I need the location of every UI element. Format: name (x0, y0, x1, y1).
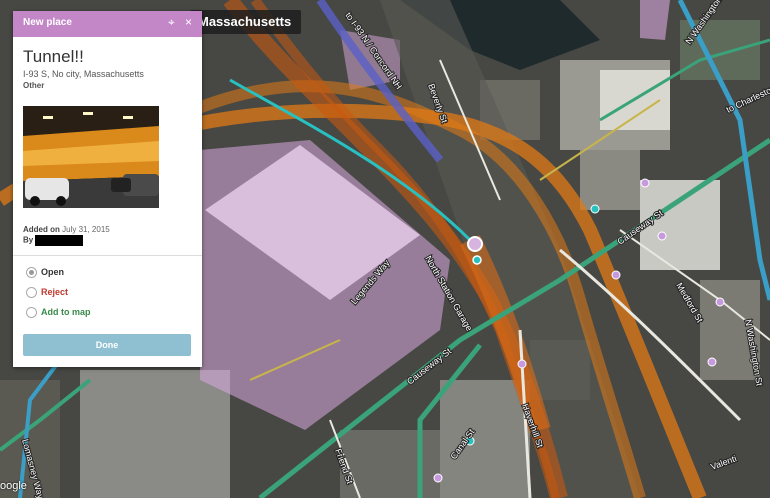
place-marker (640, 178, 650, 188)
place-address: I-93 S, No city, Massachusetts (23, 69, 144, 79)
panel-header: New place ⌖ × (13, 11, 202, 37)
panel-title: New place (23, 17, 72, 28)
added-label: Added on (23, 225, 60, 234)
selected-place-marker (467, 236, 483, 252)
place-photo[interactable] (23, 106, 159, 208)
place-marker (657, 231, 667, 241)
crosshair-icon[interactable]: ⌖ (168, 15, 175, 30)
place-marker (611, 270, 621, 280)
option-add-label: Add to map (41, 307, 91, 317)
by-label: By (23, 235, 34, 245)
place-marker (433, 473, 443, 483)
close-icon[interactable]: × (185, 15, 192, 29)
option-reject[interactable]: Reject (26, 287, 69, 299)
added-date: July 31, 2015 (62, 225, 110, 234)
place-marker (472, 255, 482, 265)
added-by: By (23, 235, 84, 246)
place-name: Tunnel!! (23, 47, 84, 66)
google-logo: oogle (0, 480, 27, 492)
done-button[interactable]: Done (23, 334, 191, 356)
redacted-username (35, 235, 84, 246)
panel-divider (13, 255, 202, 256)
option-open-label: Open (41, 267, 65, 277)
radio-open[interactable] (26, 267, 37, 279)
place-marker (707, 357, 717, 367)
option-add-to-map[interactable]: Add to map (26, 307, 91, 319)
location-banner: Massachusetts (190, 10, 302, 34)
place-category: Other (23, 81, 45, 90)
added-on: Added on July 31, 2015 (23, 225, 110, 234)
place-marker (715, 297, 725, 307)
place-marker (517, 359, 527, 369)
place-marker (590, 204, 600, 214)
option-open[interactable]: Open (26, 267, 65, 279)
place-panel: New place ⌖ × Tunnel!! I-93 S, No city, … (13, 11, 202, 367)
radio-reject[interactable] (26, 287, 37, 299)
option-reject-label: Reject (41, 287, 69, 297)
radio-add-to-map[interactable] (26, 307, 37, 319)
